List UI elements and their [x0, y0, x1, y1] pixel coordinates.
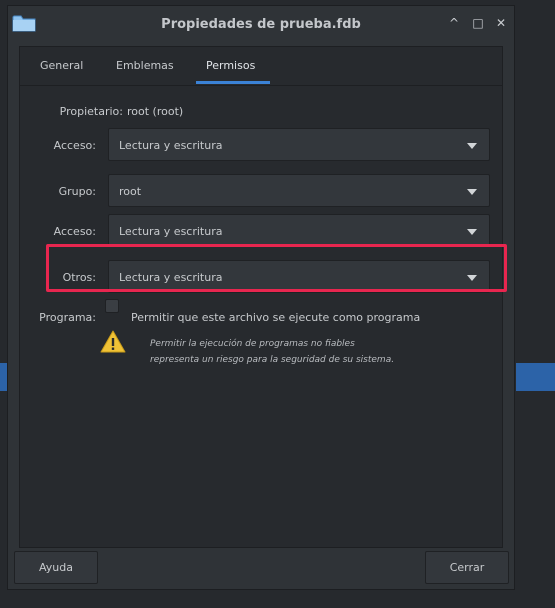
maximize-icon: □ — [472, 16, 484, 30]
tab-general[interactable]: General — [40, 59, 83, 72]
properties-dialog: Propiedades de prueba.fdb ^ □ ✕ General … — [7, 5, 515, 590]
tab-permissions[interactable]: Permisos — [206, 59, 255, 72]
close-button[interactable]: Cerrar — [425, 551, 509, 584]
owner-label: Propietario: — [59, 105, 123, 118]
chevron-down-icon — [467, 229, 477, 235]
close-icon: ✕ — [495, 16, 507, 30]
owner-access-combo[interactable]: Lectura y escritura — [108, 128, 490, 161]
warning-line-1: Permitir la ejecución de programas no fi… — [150, 339, 355, 349]
program-label: Programa: — [39, 311, 96, 324]
group-value: root — [119, 185, 142, 198]
maximize-button[interactable]: □ — [471, 16, 485, 30]
help-button[interactable]: Ayuda — [14, 551, 98, 584]
chevron-down-icon — [467, 143, 477, 149]
tab-bar: General Emblemas Permisos — [20, 47, 502, 86]
background-strip-right — [516, 363, 555, 391]
window-title: Propiedades de prueba.fdb — [161, 17, 361, 32]
titlebar[interactable]: Propiedades de prueba.fdb ^ □ ✕ — [8, 6, 514, 44]
active-tab-indicator — [196, 81, 270, 84]
tab-panel: General Emblemas Permisos Propietario: r… — [19, 46, 503, 548]
close-window-button[interactable]: ✕ — [494, 16, 508, 30]
warning-line-2: representa un riesgo para la seguridad d… — [150, 355, 395, 365]
owner-access-label: Acceso: — [53, 139, 96, 152]
owner-value: root (root) — [127, 105, 184, 118]
owner-access-value: Lectura y escritura — [119, 139, 223, 152]
chevron-down-icon — [467, 189, 477, 195]
group-combo[interactable]: root — [108, 174, 490, 207]
minimize-button[interactable]: ^ — [447, 16, 461, 30]
background-strip-left — [0, 363, 7, 391]
program-checkbox-label[interactable]: Permitir que este archivo se ejecute com… — [131, 311, 420, 324]
group-access-label: Acceso: — [53, 225, 96, 238]
group-access-value: Lectura y escritura — [119, 225, 223, 238]
group-access-combo[interactable]: Lectura y escritura — [108, 214, 490, 247]
others-highlight-box — [46, 244, 507, 292]
warning-icon — [100, 330, 126, 353]
tab-emblems[interactable]: Emblemas — [116, 59, 174, 72]
group-label: Grupo: — [58, 185, 96, 198]
program-checkbox[interactable] — [105, 299, 119, 313]
chevron-up-icon: ^ — [448, 16, 460, 30]
